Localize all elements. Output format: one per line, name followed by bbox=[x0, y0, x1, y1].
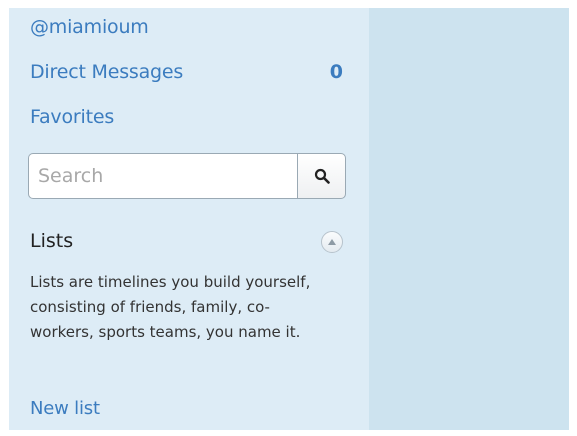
new-list-link[interactable]: New list bbox=[30, 398, 100, 419]
app-frame: @miamioum Direct Messages 0 Favorites Li… bbox=[9, 8, 569, 430]
lists-description: Lists are timelines you build yourself, … bbox=[30, 273, 311, 341]
search-input[interactable] bbox=[28, 153, 297, 199]
search-button[interactable] bbox=[297, 153, 346, 199]
lists-collapse-button[interactable] bbox=[321, 231, 343, 253]
search-icon bbox=[314, 168, 330, 184]
chevron-up-icon bbox=[328, 239, 336, 245]
direct-messages-count: 0 bbox=[329, 61, 343, 83]
favorites-link[interactable]: Favorites bbox=[30, 106, 114, 128]
profile-link[interactable]: @miamioum bbox=[30, 16, 149, 38]
search-box bbox=[28, 153, 346, 199]
lists-heading: Lists bbox=[30, 230, 74, 252]
main-content-area bbox=[369, 8, 569, 430]
direct-messages-link[interactable]: Direct Messages bbox=[30, 61, 183, 83]
sidebar: @miamioum Direct Messages 0 Favorites Li… bbox=[9, 8, 369, 430]
